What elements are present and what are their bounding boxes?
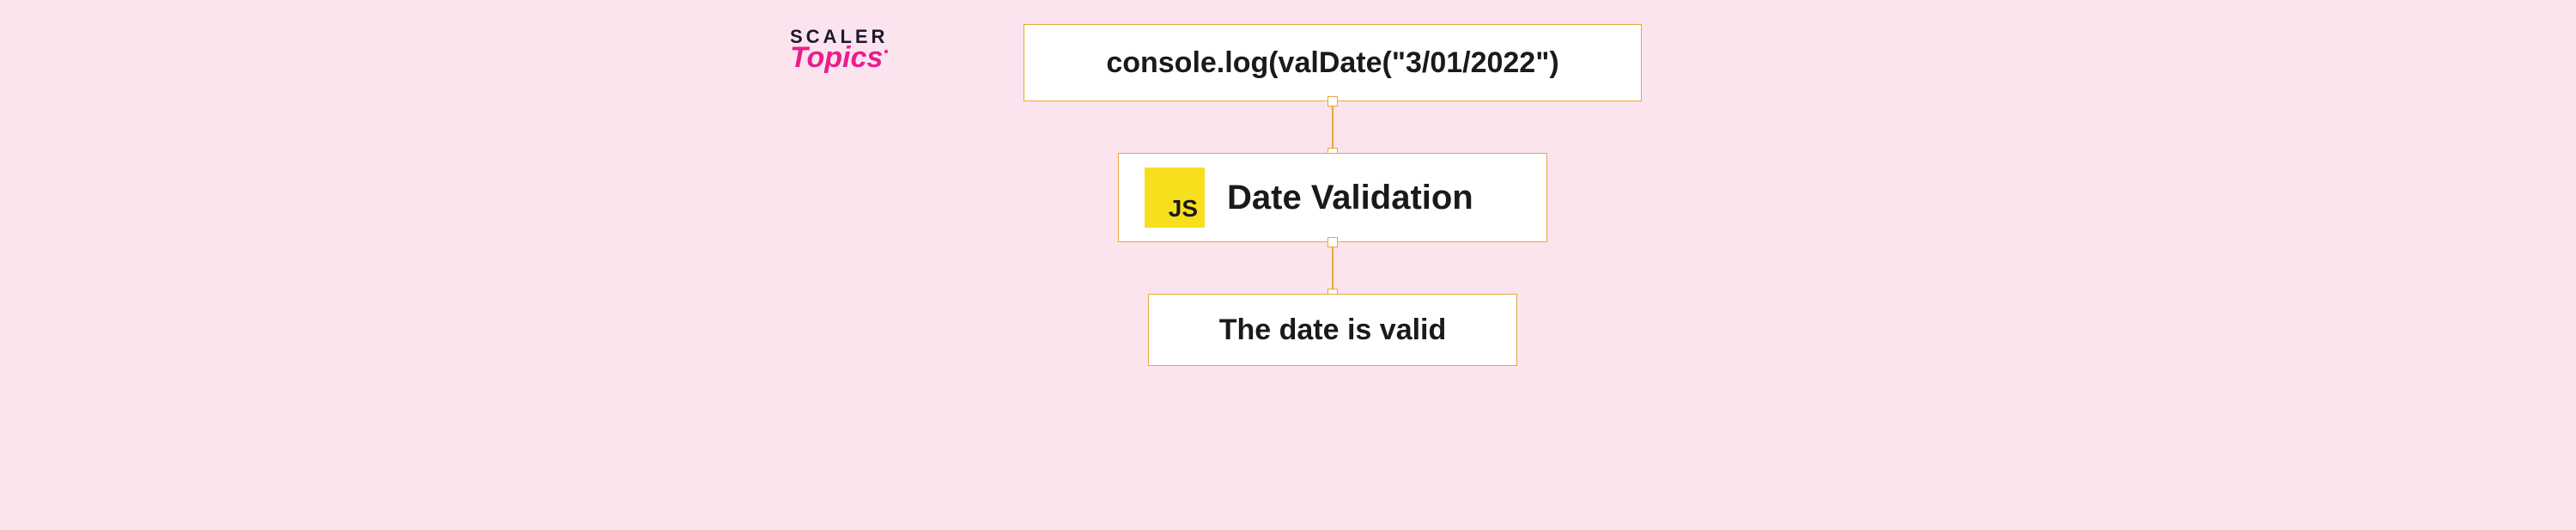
process-label: Date Validation — [1227, 179, 1473, 217]
logo-text-topics: Topics — [790, 41, 883, 75]
date-validation-diagram: console.log(valDate("3/01/2022") JS Date… — [1024, 24, 1642, 366]
connector-line — [1332, 242, 1334, 294]
js-icon: JS — [1145, 168, 1205, 228]
output-text: The date is valid — [1219, 314, 1447, 347]
scaler-topics-logo: SCALER Topics — [790, 26, 888, 75]
js-badge-text: JS — [1169, 195, 1198, 222]
output-box: The date is valid — [1148, 294, 1517, 366]
logo-dot-icon — [884, 50, 888, 53]
code-input-box: console.log(valDate("3/01/2022") — [1024, 24, 1642, 101]
code-input-text: console.log(valDate("3/01/2022") — [1106, 46, 1558, 80]
connector-line — [1332, 101, 1334, 153]
process-box: JS Date Validation — [1118, 153, 1547, 242]
